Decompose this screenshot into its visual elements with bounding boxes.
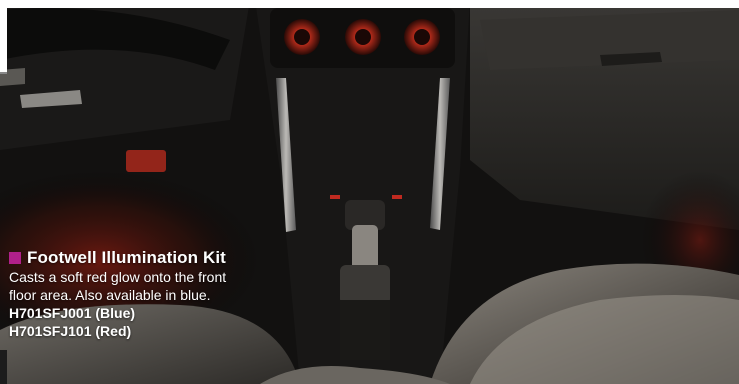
square-bullet-icon <box>9 252 21 264</box>
product-photo: Footwell Illumination Kit Casts a soft r… <box>0 0 739 384</box>
product-description-line-1: Casts a soft red glow onto the front <box>9 269 227 285</box>
part-number-blue: H701SFJ001 (Blue) <box>9 305 136 321</box>
part-number-red: H701SFJ101 (Red) <box>9 323 132 339</box>
caption-title-row: Footwell Illumination Kit <box>9 248 299 268</box>
product-description-line-2: floor area. Also available in blue. <box>9 287 211 303</box>
product-caption: Footwell Illumination Kit Casts a soft r… <box>9 248 299 340</box>
product-title: Footwell Illumination Kit <box>27 248 226 267</box>
